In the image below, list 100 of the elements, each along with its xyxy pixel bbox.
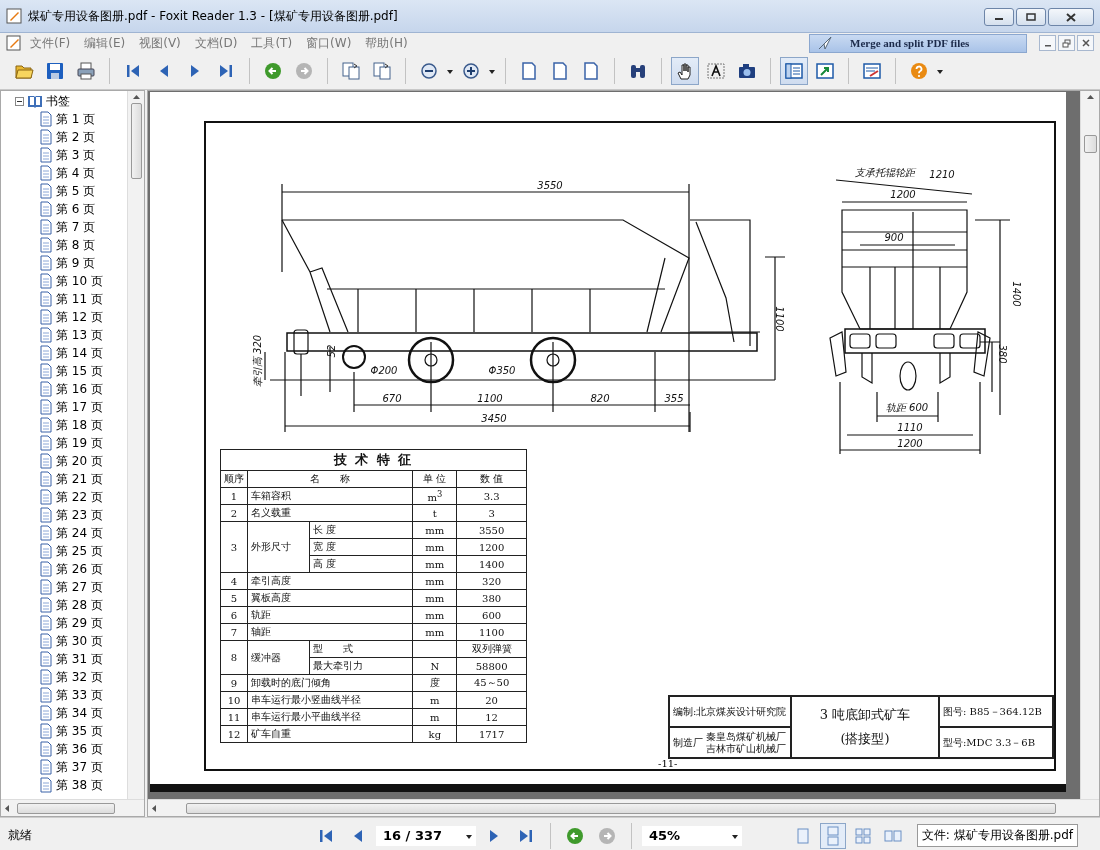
tree-item[interactable]: 第 23 页	[56, 506, 103, 524]
tree-item[interactable]: 第 15 页	[56, 362, 103, 380]
print-icon[interactable]	[76, 61, 96, 81]
tree-item[interactable]: 第 10 页	[56, 272, 103, 290]
tree-item[interactable]: 第 20 页	[56, 452, 103, 470]
tree-item[interactable]: 第 9 页	[56, 254, 96, 272]
back-icon[interactable]	[565, 825, 585, 846]
page-icon	[39, 543, 53, 559]
tree-item[interactable]: 第 3 页	[56, 146, 96, 164]
help-icon[interactable]	[909, 61, 929, 81]
horizontal-scrollbar[interactable]	[148, 799, 1099, 816]
tree-item[interactable]: 第 1 页	[56, 110, 96, 128]
tree-item[interactable]: 第 33 页	[56, 686, 103, 704]
menu-item[interactable]: 编辑(E)	[78, 34, 132, 52]
tree-item[interactable]: 第 6 页	[56, 200, 96, 218]
tree-item[interactable]: 第 35 页	[56, 722, 103, 740]
tree-item[interactable]: 第 16 页	[56, 380, 103, 398]
table-cell: 型 式	[309, 640, 413, 658]
tree-item[interactable]: 第 26 页	[56, 560, 103, 578]
tree-item[interactable]: 第 31 页	[56, 650, 103, 668]
back-icon[interactable]	[263, 61, 283, 81]
tree-item[interactable]: 第 25 页	[56, 542, 103, 560]
page-icon	[39, 561, 53, 577]
row-number: 2	[220, 504, 248, 522]
tree-item[interactable]: 第 21 页	[56, 470, 103, 488]
tree-item[interactable]: 第 34 页	[56, 704, 103, 722]
close-button[interactable]	[1048, 8, 1094, 26]
row-number: 9	[220, 674, 248, 692]
horizontal-scrollbar[interactable]	[1, 799, 144, 816]
tree-item[interactable]: 第 18 页	[56, 416, 103, 434]
zoom-in-icon[interactable]	[461, 61, 481, 81]
collapse-toggle[interactable]	[15, 96, 24, 106]
tree-item[interactable]: 第 13 页	[56, 326, 103, 344]
document-icon[interactable]	[6, 35, 22, 51]
tree-item[interactable]: 第 24 页	[56, 524, 103, 542]
merge-banner[interactable]: Merge and split PDF files	[809, 33, 1027, 53]
dimension-label: 1100	[774, 306, 785, 332]
close-icon[interactable]	[1066, 12, 1076, 22]
table-cell: 1400	[456, 555, 527, 573]
menu-item[interactable]: 帮助(H)	[359, 34, 414, 52]
restore-icon[interactable]	[1062, 38, 1071, 48]
menu-item[interactable]: 工具(T)	[245, 34, 299, 52]
save-icon[interactable]	[45, 61, 65, 81]
pages-icon[interactable]	[372, 61, 392, 81]
tree-item[interactable]: 第 5 页	[56, 182, 96, 200]
page-icon[interactable]	[581, 61, 601, 81]
tree-item[interactable]: 第 29 页	[56, 614, 103, 632]
tree-item[interactable]: 第 30 页	[56, 632, 103, 650]
column-header: 单 位	[412, 470, 457, 488]
document-restore-button[interactable]	[1058, 35, 1075, 51]
tree-item[interactable]: 第 8 页	[56, 236, 96, 254]
scrollbar[interactable]	[127, 91, 144, 799]
tree-item[interactable]: 第 28 页	[56, 596, 103, 614]
tree-item[interactable]: 第 36 页	[56, 740, 103, 758]
page-icon	[39, 759, 53, 775]
menu-item[interactable]: 视图(V)	[133, 34, 187, 52]
tree-item[interactable]: 第 14 页	[56, 344, 103, 362]
tree-item[interactable]: 第 7 页	[56, 218, 96, 236]
menu-item[interactable]: 文档(D)	[188, 34, 244, 52]
maximize-button[interactable]	[1016, 8, 1046, 26]
scroll-thumb[interactable]	[1083, 135, 1097, 153]
document-minimize-button[interactable]	[1039, 35, 1056, 51]
tree-item[interactable]: 第 22 页	[56, 488, 103, 506]
column-header: 名 称	[247, 470, 413, 488]
zoom-field[interactable]: 45%	[642, 825, 742, 846]
tree-item[interactable]: 第 38 页	[56, 776, 103, 794]
form-icon[interactable]	[862, 61, 882, 81]
close-icon[interactable]	[1081, 39, 1090, 47]
menu-item[interactable]: 窗口(W)	[300, 34, 358, 52]
tree-item[interactable]: 第 32 页	[56, 668, 103, 686]
scrollbar[interactable]	[1080, 91, 1099, 799]
unit-cell: mm	[412, 555, 457, 573]
tree-item[interactable]: 第 12 页	[56, 308, 103, 326]
pages-icon[interactable]	[341, 61, 361, 81]
tree-item[interactable]: 第 4 页	[56, 164, 96, 182]
maximize-icon[interactable]	[1026, 13, 1036, 21]
tree-item[interactable]: 书签	[46, 92, 70, 110]
dimension-label: 1400	[1011, 281, 1022, 307]
menu-item[interactable]: 文件(F)	[24, 34, 77, 52]
table-cell: 长 度	[309, 521, 413, 539]
page-icon	[39, 129, 53, 145]
page-icon	[39, 273, 53, 289]
tree-item[interactable]: 第 11 页	[56, 290, 103, 308]
tree-item[interactable]: 第 37 页	[56, 758, 103, 776]
scroll-thumb[interactable]	[130, 103, 142, 179]
zoom-out-icon[interactable]	[419, 61, 439, 81]
page-icon	[39, 669, 53, 685]
tree-item[interactable]: 第 27 页	[56, 578, 103, 596]
document-close-button[interactable]	[1077, 35, 1094, 51]
page-icon[interactable]	[519, 61, 539, 81]
page-icon	[39, 309, 53, 325]
dimension-label: 355	[664, 393, 684, 404]
page-number-field[interactable]: 16 / 337	[376, 825, 476, 846]
drawing-subtitle: (搭接型)	[840, 730, 890, 748]
tree-item[interactable]: 第 19 页	[56, 434, 103, 452]
unit-cell: N	[412, 657, 457, 675]
minimize-button[interactable]	[984, 8, 1014, 26]
tree-item[interactable]: 第 17 页	[56, 398, 103, 416]
tree-item[interactable]: 第 2 页	[56, 128, 96, 146]
page-icon[interactable]	[550, 61, 570, 81]
